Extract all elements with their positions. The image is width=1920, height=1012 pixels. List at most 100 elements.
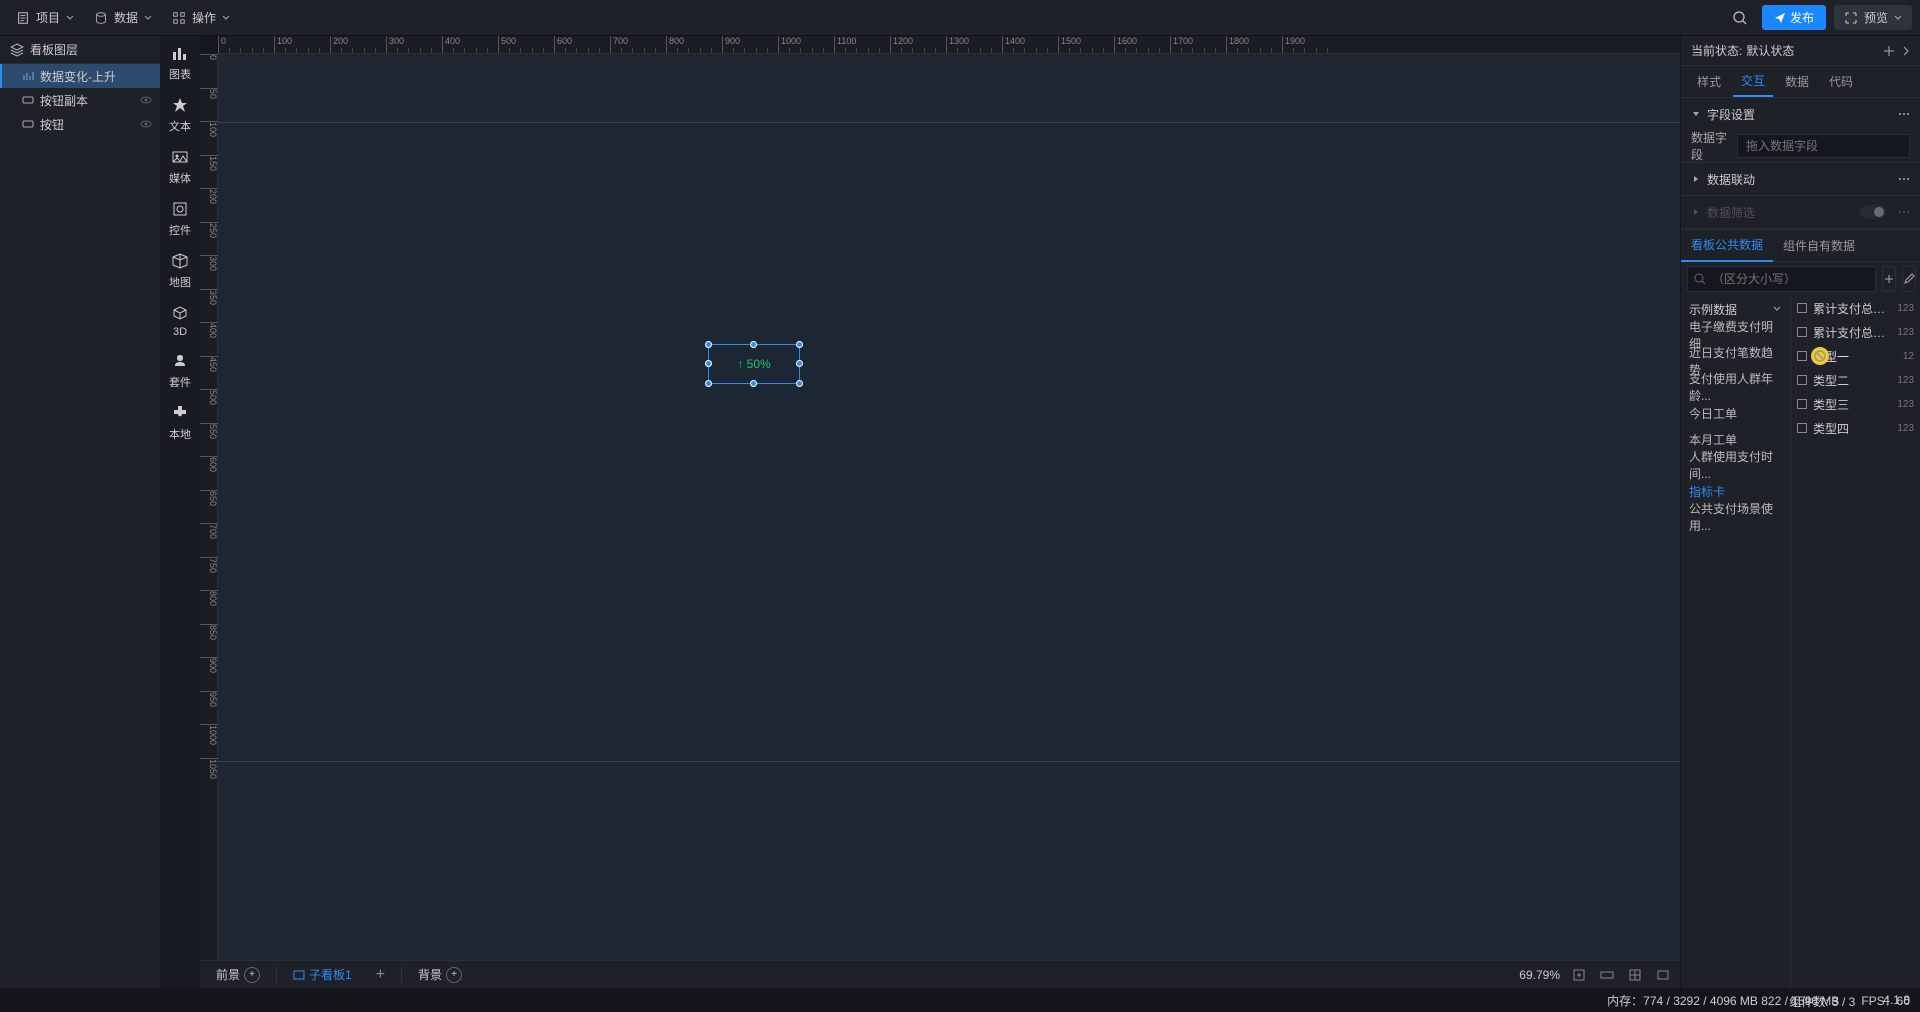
field-item[interactable]: 类型三123 xyxy=(1791,392,1920,416)
rail-控件[interactable]: 控件 xyxy=(169,200,191,238)
fit-screen-button[interactable] xyxy=(1570,966,1588,984)
file-icon xyxy=(16,11,30,25)
inspector-tabs: 样式交互数据代码 xyxy=(1681,66,1920,98)
cursor-indicator xyxy=(1811,347,1829,365)
rail-本地[interactable]: 本地 xyxy=(169,404,191,442)
datasource-tab[interactable]: 看板公共数据 xyxy=(1681,229,1773,262)
rail-图表[interactable]: 图表 xyxy=(169,44,191,82)
rail-icon xyxy=(171,252,189,270)
dataset-node[interactable]: 人群使用支付时间... xyxy=(1681,452,1790,478)
search-icon xyxy=(1693,272,1707,286)
data-link-section: 数据联动 xyxy=(1681,163,1920,196)
preview-button[interactable]: 预览 xyxy=(1834,5,1912,30)
collapse-icon[interactable] xyxy=(1691,109,1701,119)
data-field-input[interactable] xyxy=(1737,134,1910,158)
rail-媒体[interactable]: 媒体 xyxy=(169,148,191,186)
resize-handle[interactable] xyxy=(796,360,803,367)
inspector-panel: 当前状态: 默认状态 样式交互数据代码 字段设置 数据字段 数据联动 xyxy=(1680,36,1920,988)
preview-label: 预览 xyxy=(1864,9,1888,26)
ruler-horizontal: 0100200300400500600700800900100011001200… xyxy=(218,36,1680,54)
menu-data[interactable]: 数据 xyxy=(86,5,160,30)
chevron-down-icon xyxy=(1894,14,1902,22)
menu-data-label: 数据 xyxy=(114,9,138,26)
inspector-tab-代码[interactable]: 代码 xyxy=(1821,67,1861,96)
visibility-icon[interactable] xyxy=(140,118,152,130)
edit-datasource-button[interactable] xyxy=(1902,266,1916,292)
canvas-area: 0100200300400500600700800900100011001200… xyxy=(200,36,1680,988)
more-icon[interactable] xyxy=(1898,108,1910,120)
fit-width-button[interactable] xyxy=(1598,966,1616,984)
dataset-node[interactable]: 公共支付场景使用... xyxy=(1681,504,1790,530)
resize-handle[interactable] xyxy=(796,380,803,387)
grid-toggle-button[interactable] xyxy=(1626,966,1644,984)
state-label: 当前状态: xyxy=(1691,42,1742,59)
field-item[interactable]: 类型二123 xyxy=(1791,368,1920,392)
add-state-button[interactable] xyxy=(1882,44,1896,58)
add-subboard-button[interactable]: + xyxy=(368,962,393,988)
chevron-right-icon[interactable] xyxy=(1902,44,1910,58)
resize-handle[interactable] xyxy=(750,380,757,387)
checkbox-icon[interactable] xyxy=(1797,351,1807,361)
checkbox-icon[interactable] xyxy=(1797,423,1807,433)
checkbox-icon[interactable] xyxy=(1797,399,1807,409)
inspector-tab-样式[interactable]: 样式 xyxy=(1689,67,1729,96)
dataset-node[interactable]: 支付使用人群年龄... xyxy=(1681,374,1790,400)
view-button[interactable] xyxy=(1654,966,1672,984)
datasource-tab[interactable]: 组件自有数据 xyxy=(1773,230,1865,261)
resize-handle[interactable] xyxy=(705,380,712,387)
field-item[interactable]: 累计支付总笔...123 xyxy=(1791,296,1920,320)
layer-item[interactable]: 按钮 xyxy=(0,112,160,136)
more-icon[interactable] xyxy=(1898,173,1910,185)
menu-actions[interactable]: 操作 xyxy=(164,5,238,30)
field-item[interactable]: 累计支付总金...123 xyxy=(1791,320,1920,344)
inspector-tab-数据[interactable]: 数据 xyxy=(1777,67,1817,96)
menu-project[interactable]: 项目 xyxy=(8,5,82,30)
filter-toggle[interactable] xyxy=(1860,205,1886,219)
publish-button[interactable]: 发布 xyxy=(1762,5,1826,30)
chevron-down-icon xyxy=(222,14,230,22)
add-icon[interactable]: + xyxy=(244,967,260,983)
inspector-tab-交互[interactable]: 交互 xyxy=(1733,66,1773,97)
resize-handle[interactable] xyxy=(750,341,757,348)
tab-background[interactable]: 背景 + xyxy=(410,962,470,987)
add-datasource-button[interactable] xyxy=(1882,266,1896,292)
menu-actions-label: 操作 xyxy=(192,9,216,26)
rail-3D[interactable]: 3D xyxy=(171,304,189,338)
section-title: 字段设置 xyxy=(1707,106,1755,123)
tab-subboard[interactable]: 子看板1 xyxy=(285,962,360,987)
chart-icon xyxy=(22,70,34,82)
layer-item[interactable]: 数据变化-上升 xyxy=(0,64,160,88)
component-count: 组件数: 3 / 3 xyxy=(1789,993,1855,1010)
canvas-tabs: 前景 + 子看板1 + 背景 + 69.79% xyxy=(200,960,1680,988)
rail-套件[interactable]: 套件 xyxy=(169,352,191,390)
rail-文本[interactable]: 文本 xyxy=(169,96,191,134)
resize-handle[interactable] xyxy=(796,341,803,348)
add-icon[interactable]: + xyxy=(446,967,462,983)
version: 4.1.8 xyxy=(1883,993,1910,1010)
chevron-down-icon xyxy=(144,14,152,22)
more-icon[interactable] xyxy=(1898,206,1910,218)
checkbox-icon[interactable] xyxy=(1797,375,1807,385)
tab-foreground[interactable]: 前景 + xyxy=(208,962,268,987)
rail-icon xyxy=(171,148,189,166)
datasource-search-input[interactable] xyxy=(1687,266,1876,292)
layer-item[interactable]: 按钮副本 xyxy=(0,88,160,112)
resize-handle[interactable] xyxy=(705,360,712,367)
canvas-stage[interactable]: ↑ 50% xyxy=(218,54,1680,960)
rail-地图[interactable]: 地图 xyxy=(169,252,191,290)
visibility-icon[interactable] xyxy=(140,94,152,106)
field-item[interactable]: 类型四123 xyxy=(1791,416,1920,440)
rail-icon xyxy=(171,404,189,422)
expand-icon[interactable] xyxy=(1691,174,1701,184)
rail-icon xyxy=(171,352,189,370)
checkbox-icon[interactable] xyxy=(1797,327,1807,337)
checkbox-icon[interactable] xyxy=(1797,303,1807,313)
component-text: ↑ 50% xyxy=(737,357,770,371)
layers-icon xyxy=(10,43,24,57)
artboard xyxy=(218,122,1680,762)
datasource-panel: 看板公共数据组件自有数据 示例数据电子缴费支付明细近日支付笔数趋势支付使用人群年… xyxy=(1681,229,1920,988)
search-button[interactable] xyxy=(1726,4,1754,32)
selected-component[interactable]: ↑ 50% xyxy=(708,344,800,384)
resize-handle[interactable] xyxy=(705,341,712,348)
expand-icon xyxy=(1844,11,1858,25)
